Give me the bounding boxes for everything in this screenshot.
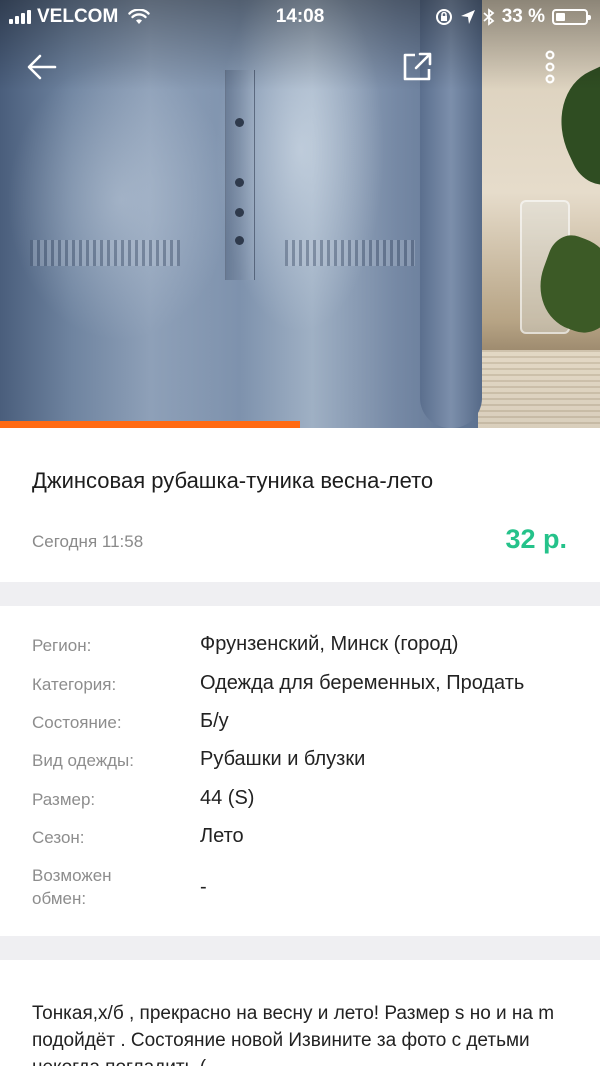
property-label: Размер: <box>32 790 96 809</box>
photo-newspaper <box>478 350 600 428</box>
photo-shirt-button <box>235 178 244 187</box>
location-icon <box>460 10 475 24</box>
property-label: Возможен обмен: <box>32 866 112 908</box>
property-label: Состояние: <box>32 713 122 732</box>
share-button[interactable] <box>395 45 439 89</box>
listing-description: Тонкая,х/б , прекрасно на весну и лето! … <box>0 960 600 1066</box>
battery-icon <box>552 9 591 25</box>
more-options-button[interactable] <box>528 45 572 89</box>
property-value: Рубашки и блузки <box>200 748 366 770</box>
listing-date: Сегодня 11:58 <box>32 532 144 551</box>
back-button[interactable] <box>20 45 64 89</box>
back-arrow-icon <box>27 54 57 80</box>
property-value: Фрунзенский, Минск (город) <box>200 633 459 655</box>
share-icon <box>403 52 432 81</box>
property-value: 44 (S) <box>200 787 255 809</box>
photo-waist-drawstring <box>285 240 415 266</box>
property-value: - <box>200 876 207 898</box>
gallery-progress-fill <box>0 421 300 428</box>
gallery-progress-bar <box>0 421 600 428</box>
more-vertical-icon <box>545 50 555 84</box>
photo-waist-drawstring <box>30 240 180 266</box>
bluetooth-icon <box>483 8 495 26</box>
photo-shirt-button <box>235 118 244 127</box>
listing-photo[interactable] <box>0 0 600 428</box>
photo-shirt-placket <box>225 70 255 280</box>
property-value: Одежда для беременных, Продать <box>200 672 525 694</box>
lock-rotation-icon <box>435 9 452 25</box>
listing-price: 32 р. <box>505 524 567 554</box>
battery-percent: 33 % <box>501 6 545 27</box>
property-value: Б/у <box>200 710 229 732</box>
section-divider <box>0 582 600 606</box>
description-text: Тонкая,х/б , прекрасно на весну и лето! … <box>32 1003 555 1066</box>
property-label: Регион: <box>32 636 92 655</box>
listing-title: Джинсовая рубашка-туника весна-лето <box>32 468 434 493</box>
property-label: Сезон: <box>32 828 85 847</box>
status-bar: VELCOM 14:08 33 % <box>0 0 600 34</box>
property-label: Категория: <box>32 675 117 694</box>
photo-shirt-button <box>235 208 244 217</box>
listing-properties: Регион: Фрунзенский, Минск (город) Катег… <box>0 606 600 936</box>
photo-shirt-button <box>235 236 244 245</box>
property-label: Вид одежды: <box>32 751 134 770</box>
property-value: Лето <box>200 825 244 847</box>
section-divider <box>0 936 600 960</box>
listing-header: Джинсовая рубашка-туника весна-лето Сего… <box>0 428 600 582</box>
